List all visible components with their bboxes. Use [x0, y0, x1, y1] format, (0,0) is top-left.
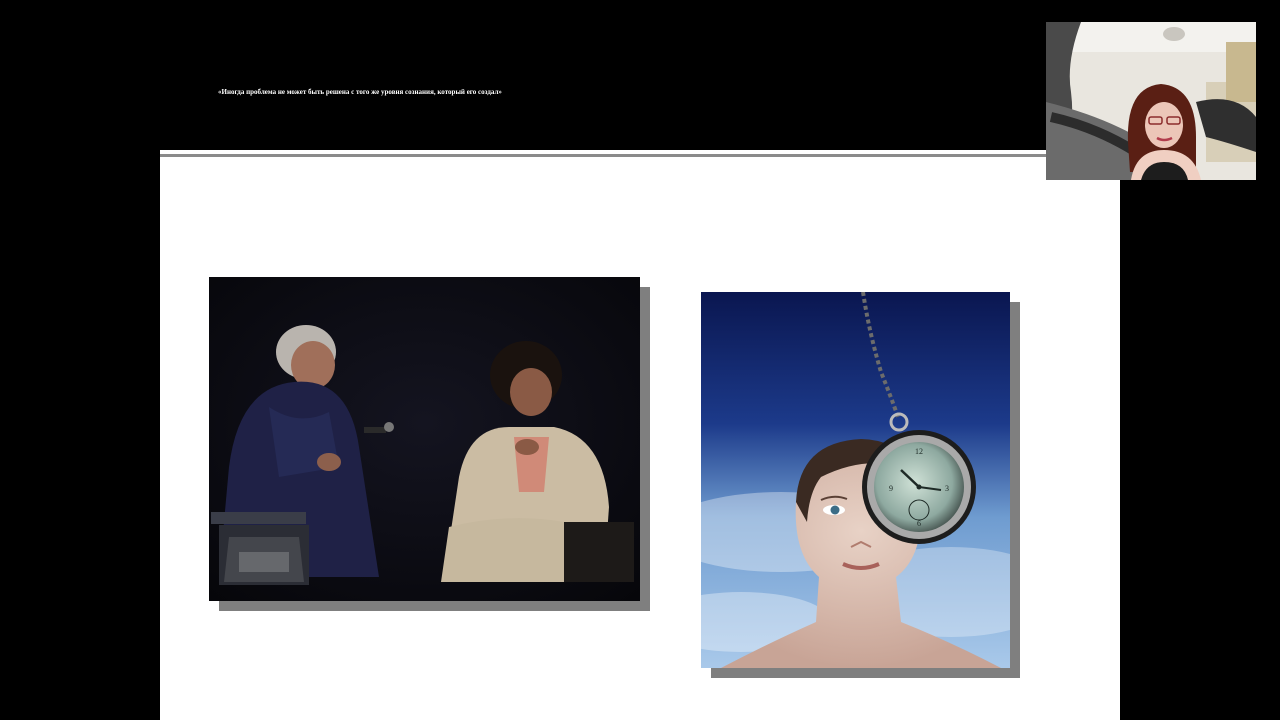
svg-text:3: 3 [945, 484, 949, 493]
slide-quote: «Иногда проблема не может быть решена с … [218, 88, 502, 96]
presenter-webcam [1046, 22, 1256, 180]
interview-photo [209, 277, 640, 601]
svg-text:6: 6 [917, 519, 921, 528]
presentation-slide: «Иногда проблема не может быть решена с … [160, 0, 1120, 720]
svg-text:12: 12 [915, 447, 923, 456]
slide-header: «Иногда проблема не может быть решена с … [160, 0, 1120, 150]
hypnosis-photo: 12 3 6 9 [701, 292, 1010, 668]
svg-text:9: 9 [889, 484, 893, 493]
